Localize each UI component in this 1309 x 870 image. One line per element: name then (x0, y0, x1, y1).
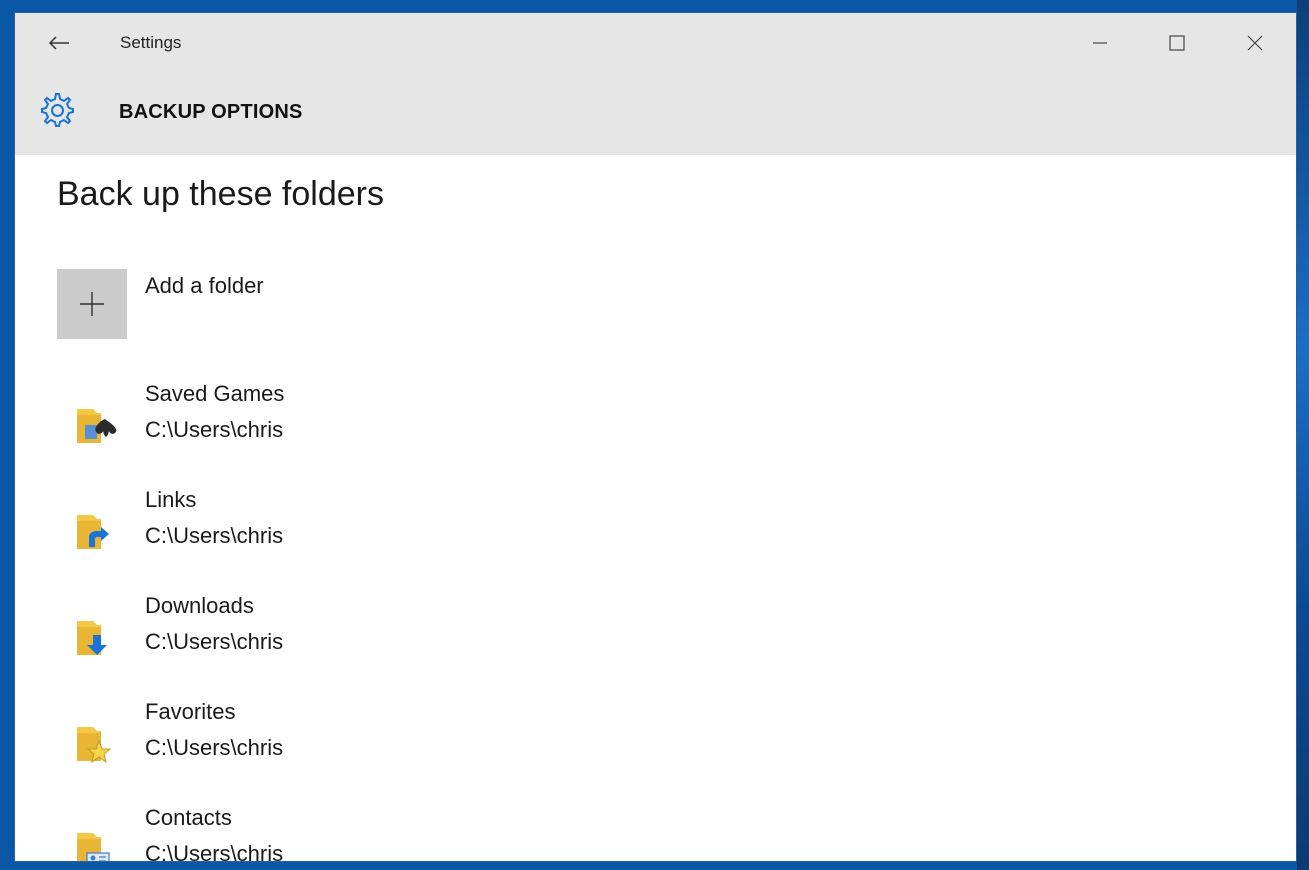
folder-name: Favorites (145, 699, 236, 724)
settings-window: Settings BACKUP OPTIONS Back up these fo… (14, 12, 1297, 862)
add-folder-label: Add a folder (145, 273, 264, 298)
folder-item-links[interactable]: Links C:\Users\chris (57, 487, 957, 593)
add-folder-button[interactable]: Add a folder (57, 269, 457, 341)
folder-path: C:\Users\chris (145, 629, 284, 654)
maximize-icon (1169, 35, 1185, 51)
downloads-folder-icon (77, 621, 107, 655)
contacts-folder-icon (77, 833, 110, 861)
folder-name: Downloads (145, 593, 254, 618)
desktop-wallpaper (1297, 0, 1309, 870)
folder-item-contacts[interactable]: Contacts C:\Users\chris (57, 805, 957, 862)
plus-icon (80, 292, 104, 316)
page-header: BACKUP OPTIONS (15, 85, 1296, 135)
folder-list: Saved Games C:\Users\chris Links C:\User… (57, 381, 957, 862)
links-folder-icon (77, 515, 109, 549)
page-header-title: BACKUP OPTIONS (119, 101, 303, 123)
gear-icon (41, 93, 74, 127)
close-button[interactable] (1233, 25, 1277, 61)
title-bar: Settings (15, 13, 1296, 75)
back-button[interactable] (39, 27, 79, 59)
maximize-button[interactable] (1155, 25, 1199, 61)
minimize-icon (1093, 42, 1107, 44)
folder-path: C:\Users\chris (145, 523, 284, 548)
folder-name: Saved Games (145, 381, 285, 406)
folder-name: Contacts (145, 805, 232, 830)
favorites-folder-icon (77, 727, 112, 764)
saved-games-folder-icon (77, 409, 117, 443)
close-icon (1247, 35, 1263, 51)
section-title: Back up these folders (57, 175, 384, 213)
folder-path: C:\Users\chris (145, 841, 284, 862)
minimize-button[interactable] (1078, 25, 1122, 61)
folder-item-favorites[interactable]: Favorites C:\Users\chris (57, 699, 957, 805)
app-title: Settings (120, 33, 182, 52)
folder-name: Links (145, 487, 197, 512)
window-header: Settings BACKUP OPTIONS (15, 13, 1296, 155)
back-arrow-icon (48, 36, 69, 50)
folder-path: C:\Users\chris (145, 417, 284, 442)
folder-item-downloads[interactable]: Downloads C:\Users\chris (57, 593, 957, 699)
folder-path: C:\Users\chris (145, 735, 284, 760)
add-folder-tile[interactable] (57, 269, 127, 339)
folder-item-saved-games[interactable]: Saved Games C:\Users\chris (57, 381, 957, 487)
main-content: Back up these folders Add a folder Saved… (15, 155, 1296, 862)
